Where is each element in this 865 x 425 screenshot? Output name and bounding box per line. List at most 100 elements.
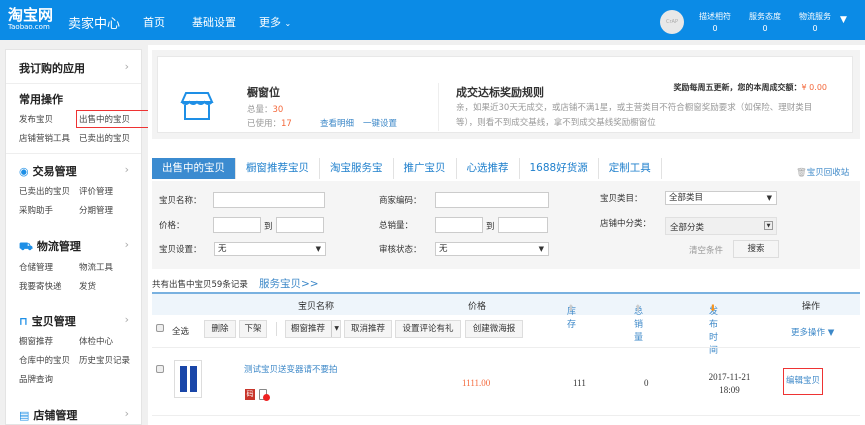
audit-value: 无 xyxy=(439,244,448,254)
tab-service[interactable]: 淘宝服务宝 xyxy=(320,158,394,179)
tab-custom-tools[interactable]: 定制工具 xyxy=(599,158,662,179)
avatar[interactable]: CrAP xyxy=(660,10,684,34)
showcase-used: 已使用：17 xyxy=(247,117,292,129)
sidebar-link[interactable]: 采购助手 xyxy=(19,204,79,216)
sales-min-input[interactable] xyxy=(435,217,483,233)
shop-icon: ▤ xyxy=(19,409,30,422)
item-publish-time: 2017-11-21 18:09 xyxy=(707,371,752,397)
nav-more[interactable]: 更多 ⌄ xyxy=(259,14,291,30)
weekly-value: ¥ 0.00 xyxy=(801,83,827,92)
sidebar-link[interactable]: 我要寄快递 xyxy=(19,280,79,292)
caret-down-icon: ▼ xyxy=(764,221,773,230)
mobile-disabled-icon xyxy=(259,389,270,401)
sidebar-link[interactable]: 已卖出的宝贝 xyxy=(19,185,79,197)
nav-more-label: 更多 xyxy=(259,16,281,29)
more-actions-link[interactable]: 更多操作 ▼ xyxy=(791,326,834,338)
link-marketing[interactable]: 店铺营销工具 xyxy=(19,132,79,144)
recycle-bin-link[interactable]: 🗑宝贝回收站 xyxy=(796,166,849,178)
rule-text: 亲，如果近30天无成交，或店铺不满1星，或主营类目不符合橱窗奖励要求（如保险、理… xyxy=(456,103,813,128)
shop-category-label: 店铺中分类： xyxy=(600,219,652,229)
section-trade[interactable]: ◉ 交易管理 › xyxy=(6,163,141,179)
storefront-icon xyxy=(180,92,214,120)
col-actions: 操作 xyxy=(802,302,821,312)
sidebar-link[interactable]: 评价管理 xyxy=(79,185,149,197)
link-publish[interactable]: 发布宝贝 xyxy=(19,113,79,125)
item-thumbnail[interactable] xyxy=(174,360,202,398)
sidebar-link[interactable]: 体检中心 xyxy=(79,335,149,347)
category-label: 宝贝类目： xyxy=(600,194,643,204)
section-title: 交易管理 xyxy=(32,165,77,178)
subscribed-label: 我订购的应用 xyxy=(19,62,85,75)
price-max-input[interactable] xyxy=(276,217,324,233)
one-click-setup-link[interactable]: 一键设置 xyxy=(363,117,397,129)
caret-down-icon: ▼ xyxy=(331,321,339,337)
score-label: 描述相符 xyxy=(699,12,731,21)
tab-on-sale[interactable]: 出售中的宝贝 xyxy=(152,158,236,179)
section-shop[interactable]: ▤ 店铺管理 › xyxy=(6,407,141,423)
table-header: 宝贝名称 价格 库存 ⬆ 总销量 ⬆ 发布时间 ⬇ 操作 xyxy=(152,292,860,356)
qr-badge[interactable]: 码 xyxy=(245,389,255,400)
link-sold[interactable]: 已卖出的宝贝 xyxy=(79,132,149,144)
service-items-link[interactable]: 服务宝贝>> xyxy=(259,276,319,291)
clear-filters-link[interactable]: 清空条件 xyxy=(689,244,723,256)
chevron-down-icon: ⌄ xyxy=(284,19,292,28)
section-title: 宝贝管理 xyxy=(31,315,76,328)
weekly-label: 奖励每周五更新，您的本周成交额： xyxy=(673,83,802,92)
record-count: 共有出售中宝贝59条记录 xyxy=(152,280,248,290)
caret-down-icon: ▼ xyxy=(538,245,544,253)
taobao-logo[interactable]: 淘宝网 Taobao.com xyxy=(8,7,53,32)
merchant-code-input[interactable] xyxy=(435,192,549,208)
sidebar-link[interactable]: 仓储管理 xyxy=(19,261,79,273)
sidebar-link[interactable]: 发货 xyxy=(79,280,149,292)
setting-select[interactable]: 无 ▼ xyxy=(214,242,326,256)
to-label: 到 xyxy=(264,222,273,232)
link-on-sale[interactable]: 出售中的宝贝 xyxy=(76,110,152,128)
sidebar-link[interactable]: 物流工具 xyxy=(79,261,149,273)
chevron-right-icon: › xyxy=(124,238,129,251)
subscribed-apps[interactable]: 我订购的应用 › xyxy=(6,60,141,76)
category-select[interactable]: 全部类目 ▼ xyxy=(665,191,777,205)
nav-basic-settings[interactable]: 基础设置 xyxy=(192,14,236,30)
row-checkbox[interactable] xyxy=(156,365,164,373)
tab-1688[interactable]: 1688好货源 xyxy=(520,158,599,179)
caret-down-icon[interactable]: ▼ xyxy=(840,15,847,25)
cancel-recommend-button[interactable]: 取消推荐 xyxy=(344,320,392,338)
sidebar-link[interactable]: 仓库中的宝贝 xyxy=(19,354,79,366)
item-title-link[interactable]: 测试宝贝送变器请不要拍 xyxy=(244,363,338,375)
used-label: 已使用： xyxy=(247,119,282,129)
create-poster-button[interactable]: 创建微海报 xyxy=(465,320,523,338)
tab-showcase[interactable]: 橱窗推荐宝贝 xyxy=(236,158,320,179)
sidebar: 我订购的应用 › 常用操作 发布宝贝 出售中的宝贝 店铺营销工具 已卖出的宝贝 ◉ 交易管… xyxy=(5,49,152,425)
sidebar-link[interactable]: 历史宝贝记录 xyxy=(79,354,149,366)
shop-category-select[interactable]: 全部分类 ▼ xyxy=(665,217,777,235)
edit-item-button[interactable]: 编辑宝贝 xyxy=(783,368,823,395)
search-button[interactable]: 搜索 xyxy=(733,240,779,258)
nav-home[interactable]: 首页 xyxy=(143,14,165,30)
showcase-recommend-button[interactable]: 橱窗推荐 ▼ xyxy=(285,320,341,338)
audit-label: 审核状态： xyxy=(379,245,422,255)
sidebar-link[interactable]: 品牌查询 xyxy=(19,373,79,385)
tab-promote[interactable]: 推广宝贝 xyxy=(394,158,457,179)
sidebar-link[interactable]: 橱窗推荐 xyxy=(19,335,79,347)
publish-time: 18:09 xyxy=(719,385,740,395)
select-all-checkbox[interactable] xyxy=(156,324,164,332)
delist-button[interactable]: 下架 xyxy=(239,320,267,338)
item-name-input[interactable] xyxy=(213,192,325,208)
tab-curated[interactable]: 心选推荐 xyxy=(457,158,520,179)
filter-panel: 宝贝名称： 商家编码： 宝贝类目： 全部类目 ▼ 价格： 到 总销量： 到 店铺中… xyxy=(152,181,860,269)
view-details-link[interactable]: 查看明细 xyxy=(320,117,354,129)
delete-button[interactable]: 删除 xyxy=(204,320,236,338)
audit-select[interactable]: 无 ▼ xyxy=(435,242,549,256)
sales-max-input[interactable] xyxy=(498,217,548,233)
sidebar-link[interactable]: 分期管理 xyxy=(79,204,149,216)
section-logistics[interactable]: ⛟ 物流管理 › xyxy=(6,238,141,255)
price-label: 价格： xyxy=(159,221,185,231)
total-value: 30 xyxy=(272,105,284,115)
review-gift-button[interactable]: 设置评论有礼 xyxy=(395,320,461,338)
logo-text: 淘宝网 xyxy=(8,6,54,24)
sort-up-icon: ⬆ xyxy=(567,304,575,314)
common-ops-title: 常用操作 xyxy=(19,93,63,106)
price-min-input[interactable] xyxy=(213,217,261,233)
score-value: 0 xyxy=(762,24,768,33)
section-items[interactable]: ⊓ 宝贝管理 › xyxy=(6,313,141,329)
